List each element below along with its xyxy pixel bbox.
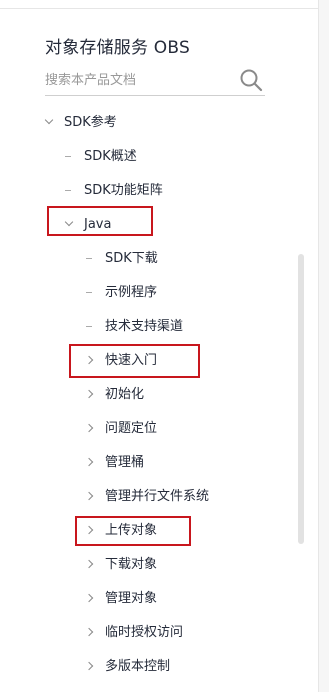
- chevron-right-icon: [84, 593, 94, 603]
- dash-icon: [65, 156, 71, 157]
- scrollbar-thumb[interactable]: [298, 254, 304, 544]
- highlight-box-upload-objects: [75, 516, 191, 546]
- nav-item-label: 示例程序: [105, 285, 158, 300]
- dash-icon: [86, 258, 92, 259]
- top-divider: [0, 0, 318, 9]
- chevron-right-icon: [84, 559, 94, 569]
- chevron-right-icon: [84, 457, 94, 467]
- product-title: 对象存储服务 OBS: [45, 38, 190, 58]
- nav-item-label: SDK参考: [64, 115, 117, 130]
- dash-icon: [86, 292, 92, 293]
- nav-item-label: 管理对象: [105, 591, 158, 606]
- search-box: [45, 67, 265, 96]
- nav-item-label: 管理并行文件系统: [105, 489, 210, 504]
- search-input[interactable]: [45, 69, 225, 91]
- highlight-box-java: [47, 206, 153, 236]
- nav-item-label: 初始化: [105, 387, 145, 402]
- search-icon[interactable]: [239, 68, 263, 92]
- docs-sidebar: 对象存储服务 OBS SDK参考 SDK概述 SDK功能矩阵 Java: [0, 0, 319, 692]
- chevron-right-icon: [84, 389, 94, 399]
- nav-item-label: SDK概述: [84, 149, 137, 164]
- chevron-right-icon: [84, 661, 94, 671]
- nav-item-label: 技术支持渠道: [105, 319, 184, 334]
- nav-item-label: SDK下载: [105, 251, 158, 266]
- page-edge: [319, 0, 329, 692]
- nav-item-label: 管理桶: [105, 455, 145, 470]
- chevron-down-icon: [44, 115, 54, 125]
- nav-item-label: 临时授权访问: [105, 625, 184, 640]
- nav-item-label: 多版本控制: [105, 659, 171, 674]
- chevron-right-icon: [84, 491, 94, 501]
- dash-icon: [65, 190, 71, 191]
- dash-icon: [86, 326, 92, 327]
- nav-item-label: 问题定位: [105, 421, 158, 436]
- nav-item-label: 下载对象: [105, 557, 158, 572]
- highlight-box-quick-start: [69, 344, 200, 378]
- chevron-right-icon: [84, 423, 94, 433]
- nav-item-label: SDK功能矩阵: [84, 183, 163, 198]
- chevron-right-icon: [84, 627, 94, 637]
